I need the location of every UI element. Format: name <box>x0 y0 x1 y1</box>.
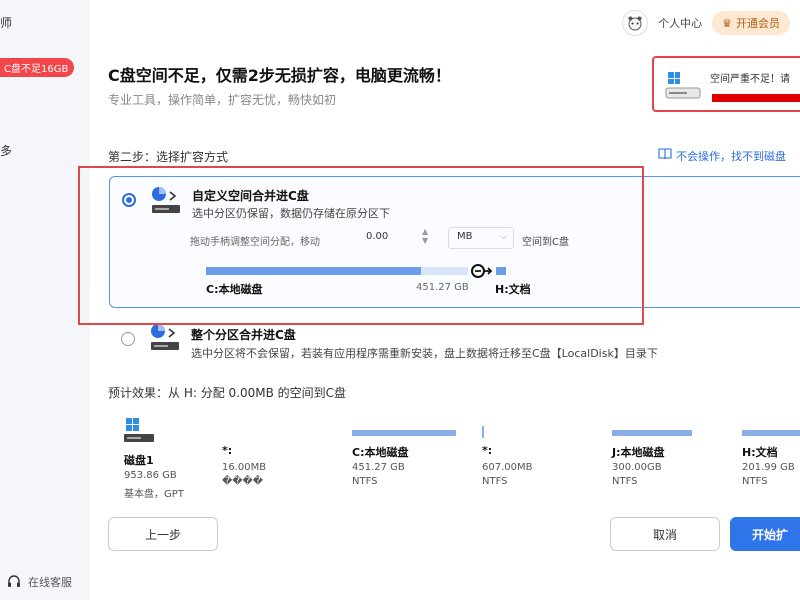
c-drive-label: C:本地磁盘 <box>206 283 263 296</box>
option-custom-merge-title: 自定义空间合并进C盘 <box>192 189 309 203</box>
sidebar-item-more[interactable]: 多 <box>0 142 12 159</box>
allocation-track <box>206 267 468 275</box>
chevron-down-icon: ⌵ <box>500 232 507 242</box>
amount-input[interactable]: 0.00 <box>360 227 420 249</box>
h-drive-label: H:文档 <box>495 283 531 296</box>
partition-size: 300.00GB <box>612 462 662 473</box>
help-link-label: 不会操作，找不到磁盘 <box>676 150 786 163</box>
preview-label: 预计效果：从 H: 分配 0.00MB 的空间到C盘 <box>108 386 347 400</box>
partition-name: *: <box>482 444 493 457</box>
c-drive-size: 451.27 GB <box>416 282 469 293</box>
unit-select-value: MB <box>457 231 473 242</box>
previous-step-button[interactable]: 上一步 <box>108 517 218 551</box>
disk-merge-icon <box>150 185 184 218</box>
option-whole-merge-radio[interactable] <box>121 332 135 346</box>
page-subtitle: 专业工具，操作简单，扩容无忧，畅快如初 <box>108 93 337 107</box>
partition-size: 607.00MB <box>482 462 533 473</box>
disk-size: 953.86 GB <box>124 470 177 481</box>
partition-usage-bar <box>482 426 484 438</box>
start-expand-button[interactable]: 开始扩 <box>730 517 800 551</box>
headset-icon <box>6 574 22 590</box>
partition-size: 451.27 GB <box>352 462 405 473</box>
partition-fs: NTFS <box>612 476 638 487</box>
warning-text: 空间严重不足！请 <box>710 74 790 85</box>
allocation-fill <box>206 267 421 275</box>
page-title: C盘空间不足，仅需2步无损扩容，电脑更流畅！ <box>108 66 451 85</box>
windows-disk-icon <box>124 418 154 447</box>
drag-hint: 拖动手柄调整空间分配，移动 <box>190 237 320 248</box>
partition-name: C:本地磁盘 <box>352 446 409 459</box>
partition-usage-bar <box>352 430 456 436</box>
space-to-label: 空间到C盘 <box>522 237 569 248</box>
sidebar: 师 C盘不足16GB 多 <box>0 0 90 600</box>
partition-name: H:文档 <box>742 446 778 459</box>
user-avatar-icon[interactable] <box>622 10 649 36</box>
option-whole-merge-title: 整个分区合并进C盘 <box>191 328 296 342</box>
online-support-label: 在线客服 <box>28 576 72 589</box>
disk-merge-icon <box>149 322 183 355</box>
disk-name: 磁盘1 <box>124 454 154 467</box>
option-custom-merge-desc: 选中分区仍保留，数据仍存储在原分区下 <box>192 207 390 220</box>
vip-button-label: 开通会员 <box>736 17 780 30</box>
help-link[interactable]: 不会操作，找不到磁盘 <box>658 148 786 164</box>
unit-select[interactable]: MB ⌵ <box>448 227 514 249</box>
option-custom-merge-radio[interactable] <box>122 193 136 207</box>
user-center-link[interactable]: 个人中心 <box>658 15 702 31</box>
option-whole-merge[interactable]: 整个分区合并进C盘 选中分区将不会保留，若装有应用程序需重新安装，盘上数据将迁移… <box>109 318 800 378</box>
partition-fs: NTFS <box>352 476 378 487</box>
vip-crown-icon: ♛ <box>722 16 732 30</box>
partition-usage-bar <box>742 430 800 436</box>
book-icon <box>658 148 672 164</box>
cancel-button[interactable]: 取消 <box>610 517 720 551</box>
header-actions: 个人中心 ♛ 开通会员 <box>622 10 790 36</box>
partition-fs: NTFS <box>482 476 508 487</box>
partition-size: 201.99 GB <box>742 462 795 473</box>
option-whole-merge-desc: 选中分区将不会保留，若装有应用程序需重新安装，盘上数据将迁移至C盘【LocalD… <box>191 347 658 360</box>
h-drive-segment <box>496 267 506 275</box>
partition-usage-bar <box>612 430 692 436</box>
partition-fs: ���� <box>222 476 264 487</box>
disk-type: 基本盘，GPT <box>124 489 184 500</box>
amount-stepper[interactable]: ▲ ▼ <box>422 227 428 245</box>
partition-size: 16.00MB <box>222 462 267 473</box>
partition-fs: NTFS <box>742 476 768 487</box>
usage-bar <box>712 94 800 102</box>
vip-button[interactable]: ♛ 开通会员 <box>712 11 790 35</box>
option-custom-merge[interactable]: 自定义空间合并进C盘 选中分区仍保留，数据仍存储在原分区下 拖动手柄调整空间分配… <box>109 176 800 308</box>
space-warning-card[interactable]: 空间严重不足！请 <box>652 56 800 112</box>
online-support-button[interactable]: 在线客服 <box>6 574 116 590</box>
step-label: 第二步：选择扩容方式 <box>108 150 229 164</box>
sidebar-item-c-drive-low[interactable]: C盘不足16GB <box>0 58 75 77</box>
partition-name: J:本地磁盘 <box>612 446 665 459</box>
sidebar-title: 师 <box>0 16 13 30</box>
drag-handle-icon[interactable] <box>468 261 496 281</box>
computer-icon <box>664 70 704 107</box>
partition-name: *: <box>222 444 233 457</box>
